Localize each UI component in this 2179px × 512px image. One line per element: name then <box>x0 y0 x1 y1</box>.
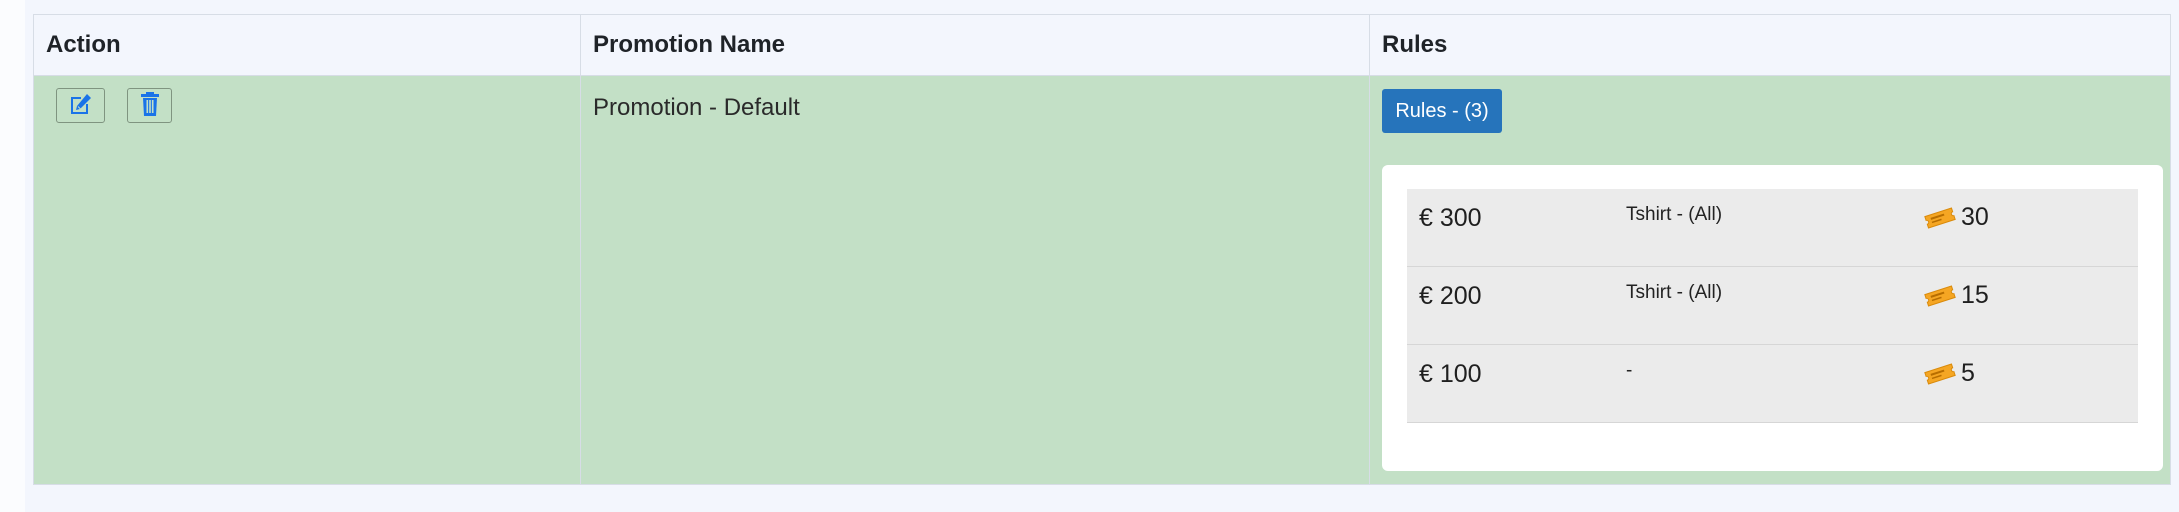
coupon-icon <box>1923 283 1957 309</box>
promotions-table: Action Promotion Name Rules Promotion - … <box>33 14 2171 485</box>
trash-icon <box>139 91 161 120</box>
table-header-row: Action Promotion Name Rules <box>33 14 2171 76</box>
rule-row: € 100 - 5 <box>1407 345 2138 423</box>
rule-reward: 5 <box>1923 359 1975 388</box>
header-action: Action <box>33 14 581 76</box>
action-cell <box>33 75 581 485</box>
page-left-margin <box>0 0 25 512</box>
rule-reward-value: 30 <box>1961 203 1989 231</box>
rules-cell: Rules - (3) € 300 Tshirt - (All) 30 € 20… <box>1369 75 2171 485</box>
promotion-name-cell: Promotion - Default <box>580 75 1370 485</box>
rule-product: - <box>1626 360 1633 381</box>
rule-reward: 15 <box>1923 281 1989 310</box>
coupon-icon <box>1923 361 1957 387</box>
rule-row: € 200 Tshirt - (All) 15 <box>1407 267 2138 345</box>
rules-list: € 300 Tshirt - (All) 30 € 200 Tshirt - (… <box>1407 189 2138 423</box>
rule-row: € 300 Tshirt - (All) 30 <box>1407 189 2138 267</box>
rule-product: Tshirt - (All) <box>1626 204 1723 225</box>
rule-reward: 30 <box>1923 203 1989 232</box>
rule-amount: € 300 <box>1419 204 1482 232</box>
rules-toggle-button[interactable]: Rules - (3) <box>1382 89 1502 133</box>
header-promotion-name: Promotion Name <box>580 14 1370 76</box>
coupon-icon <box>1923 205 1957 231</box>
promotion-name: Promotion - Default <box>593 94 800 121</box>
edit-icon <box>68 92 94 119</box>
rules-panel: € 300 Tshirt - (All) 30 € 200 Tshirt - (… <box>1382 165 2163 471</box>
edit-button[interactable] <box>56 88 105 123</box>
delete-button[interactable] <box>127 88 172 123</box>
table-row: Promotion - Default Rules - (3) € 300 Ts… <box>33 75 2171 485</box>
rule-amount: € 200 <box>1419 282 1482 310</box>
rule-product: Tshirt - (All) <box>1626 282 1723 303</box>
rule-reward-value: 5 <box>1961 359 1975 387</box>
rule-reward-value: 15 <box>1961 281 1989 309</box>
header-rules: Rules <box>1369 14 2171 76</box>
rule-amount: € 100 <box>1419 360 1482 388</box>
